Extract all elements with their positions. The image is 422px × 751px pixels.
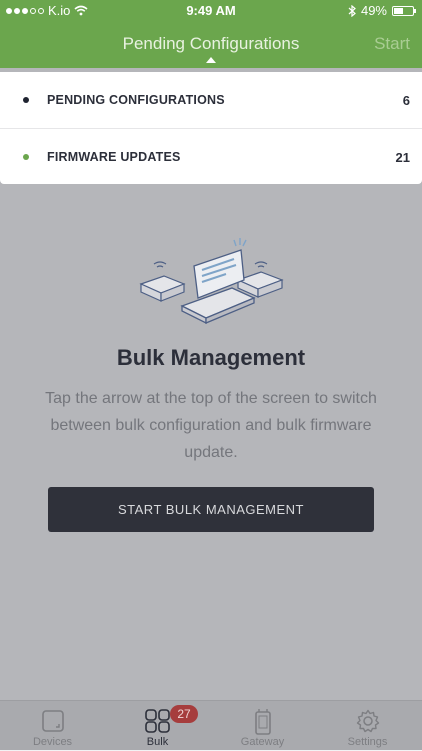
app-header: K.io 9:49 AM 49% Pending Configurations … (0, 0, 422, 68)
nav-title[interactable]: Pending Configurations (0, 34, 422, 54)
tab-label: Devices (32, 736, 73, 748)
bulk-management-illustration (139, 238, 284, 325)
bulk-management-description: Tap the arrow at the top of the screen t… (45, 390, 377, 461)
configuration-dropdown: PENDING CONFIGURATIONS 6 FIRMWARE UPDATE… (0, 72, 422, 184)
dropdown-item-count: 21 (395, 150, 410, 165)
bluetooth-icon (348, 4, 356, 17)
start-button[interactable]: Start (374, 34, 410, 54)
status-right: 49% (348, 3, 416, 18)
gear-icon (356, 709, 379, 733)
bullet-icon (23, 97, 29, 103)
tab-devices[interactable]: Devices (0, 701, 105, 751)
battery-icon (392, 5, 416, 16)
dropdown-item-label: PENDING CONFIGURATIONS (47, 93, 225, 107)
dropdown-item-count: 6 (402, 93, 410, 108)
start-bulk-management-button[interactable]: START BULK MANAGEMENT (48, 487, 374, 532)
tab-label: Gateway (240, 736, 285, 748)
dropdown-item-pending-configurations[interactable]: PENDING CONFIGURATIONS 6 (0, 72, 422, 128)
tab-gateway[interactable]: Gateway (210, 701, 315, 751)
tab-settings[interactable]: Settings (315, 701, 420, 751)
tab-label: Bulk (146, 736, 169, 748)
status-bar: K.io 9:49 AM 49% (0, 0, 422, 22)
tab-label: Settings (347, 736, 388, 748)
device-icon (41, 710, 64, 732)
bullet-icon (23, 154, 29, 160)
dropdown-item-firmware-updates[interactable]: FIRMWARE UPDATES 21 (0, 128, 422, 185)
battery-percent: 49% (360, 3, 387, 18)
gateway-icon (254, 709, 271, 735)
dropdown-item-label: FIRMWARE UPDATES (47, 150, 181, 164)
bulk-badge: 27 (170, 705, 198, 723)
tab-bar: Devices Bulk Gateway Settings (0, 700, 422, 750)
bulk-management-title: Bulk Management (116, 345, 306, 370)
caret-up-icon[interactable] (206, 57, 216, 63)
grid-icon (144, 709, 170, 733)
